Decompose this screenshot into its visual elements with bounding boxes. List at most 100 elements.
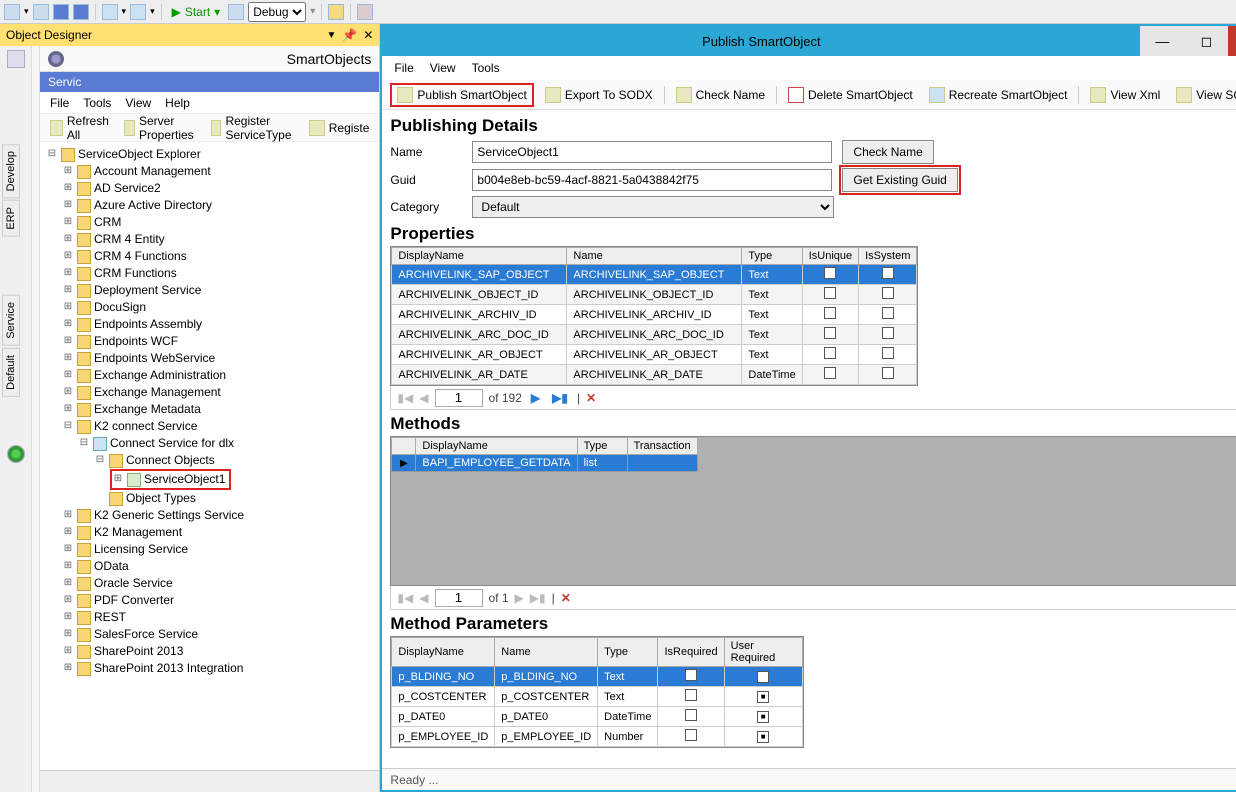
wmenu-file[interactable]: File bbox=[394, 61, 413, 75]
mpager-prev-icon[interactable]: ◀ bbox=[419, 591, 428, 605]
checkbox[interactable] bbox=[824, 267, 836, 279]
wmenu-view[interactable]: View bbox=[430, 61, 456, 75]
pager-delete-icon[interactable]: ✕ bbox=[586, 391, 596, 405]
gutter-icon-2[interactable] bbox=[7, 445, 25, 463]
tree-k2connect[interactable]: K2 connect Service bbox=[94, 418, 197, 435]
mpager-page-input[interactable] bbox=[435, 589, 483, 607]
table-row[interactable]: p_BLDING_NOp_BLDING_NOText bbox=[392, 667, 802, 687]
tree-node[interactable]: K2 Generic Settings Service bbox=[94, 507, 244, 524]
checkbox[interactable] bbox=[882, 327, 894, 339]
checkbox[interactable] bbox=[882, 347, 894, 359]
tree-connect-svc[interactable]: Connect Service for dlx bbox=[110, 435, 234, 452]
col-header[interactable]: DisplayName bbox=[416, 438, 577, 455]
tree-object-types[interactable]: Object Types bbox=[126, 490, 196, 507]
vtab-default[interactable]: Default bbox=[2, 348, 20, 397]
gutter-icon-1[interactable] bbox=[7, 50, 25, 68]
tree-node[interactable]: REST bbox=[94, 609, 126, 626]
checkbox[interactable] bbox=[685, 709, 697, 721]
checkbox[interactable] bbox=[685, 669, 697, 681]
tree-node[interactable]: CRM bbox=[94, 214, 121, 231]
toolbox-icon[interactable] bbox=[328, 4, 344, 20]
table-row[interactable]: p_DATE0p_DATE0DateTime bbox=[392, 707, 802, 727]
table-row[interactable]: ARCHIVELINK_AR_DATEARCHIVELINK_AR_DATEDa… bbox=[392, 365, 917, 385]
checkbox[interactable] bbox=[824, 327, 836, 339]
vtab-service[interactable]: Service bbox=[2, 295, 20, 346]
pager-prev-icon[interactable]: ◀ bbox=[419, 391, 428, 405]
pager-next-icon[interactable]: ▶ bbox=[528, 391, 543, 405]
tree-node[interactable]: PDF Converter bbox=[94, 592, 174, 609]
misc-icon[interactable] bbox=[357, 4, 373, 20]
checkbox[interactable] bbox=[824, 367, 836, 379]
tree-node[interactable]: AD Service2 bbox=[94, 180, 161, 197]
register-more-button[interactable]: Registe bbox=[305, 117, 374, 139]
pager-first-icon[interactable]: ▮◀ bbox=[397, 391, 413, 405]
guid-input[interactable] bbox=[472, 169, 832, 191]
tree-node[interactable]: SharePoint 2013 Integration bbox=[94, 660, 243, 677]
menu-help[interactable]: Help bbox=[165, 96, 190, 110]
checkbox[interactable] bbox=[824, 347, 836, 359]
window-maximize-button[interactable]: ◻ bbox=[1184, 26, 1228, 56]
table-row[interactable]: ARCHIVELINK_SAP_OBJECTARCHIVELINK_SAP_OB… bbox=[392, 265, 917, 285]
tree-node[interactable]: Endpoints WCF bbox=[94, 333, 178, 350]
params-grid[interactable]: DisplayNameNameTypeIsRequiredUser Requir… bbox=[390, 636, 803, 748]
view-sodx-button[interactable]: View SODX bbox=[1171, 83, 1236, 107]
vtab-develop[interactable]: Develop bbox=[2, 144, 20, 198]
table-row[interactable]: p_COSTCENTERp_COSTCENTERText bbox=[392, 687, 802, 707]
save-icon[interactable] bbox=[53, 4, 69, 20]
methods-grid[interactable]: DisplayNameTypeTransaction▶BAPI_EMPLOYEE… bbox=[390, 436, 1236, 586]
table-row[interactable]: ARCHIVELINK_AR_OBJECTARCHIVELINK_AR_OBJE… bbox=[392, 345, 917, 365]
checkbox[interactable] bbox=[685, 689, 697, 701]
col-header[interactable]: Name bbox=[567, 248, 742, 265]
table-row[interactable]: ARCHIVELINK_ARC_DOC_IDARCHIVELINK_ARC_DO… bbox=[392, 325, 917, 345]
name-input[interactable] bbox=[472, 141, 832, 163]
tree-node[interactable]: Azure Active Directory bbox=[94, 197, 212, 214]
panel-pin-icon[interactable]: 📌 bbox=[342, 28, 357, 42]
checkbox[interactable] bbox=[757, 711, 769, 723]
col-header[interactable]: DisplayName bbox=[392, 248, 567, 265]
category-select[interactable]: Default bbox=[472, 196, 834, 218]
redo-icon[interactable] bbox=[130, 4, 146, 20]
menu-tools[interactable]: Tools bbox=[83, 96, 111, 110]
col-header[interactable]: Name bbox=[495, 638, 598, 667]
window-close-button[interactable]: ✕ bbox=[1228, 26, 1236, 56]
selected-serviceobject1[interactable]: ⊞ServiceObject1 bbox=[110, 469, 231, 490]
col-header[interactable]: Type bbox=[577, 438, 627, 455]
properties-grid[interactable]: DisplayNameNameTypeIsUniqueIsSystemARCHI… bbox=[390, 246, 918, 386]
mpager-delete-icon[interactable]: ✕ bbox=[561, 591, 571, 605]
tree-node[interactable]: SalesForce Service bbox=[94, 626, 198, 643]
server-props-button[interactable]: Server Properties bbox=[120, 117, 203, 139]
tree-node[interactable]: Oracle Service bbox=[94, 575, 173, 592]
col-header[interactable]: DisplayName bbox=[392, 638, 495, 667]
checkbox[interactable] bbox=[757, 691, 769, 703]
checkbox[interactable] bbox=[824, 307, 836, 319]
check-name-button-2[interactable]: Check Name bbox=[842, 140, 933, 164]
recreate-smartobject-button[interactable]: Recreate SmartObject bbox=[924, 83, 1073, 107]
get-existing-guid-button[interactable]: Get Existing Guid bbox=[842, 168, 957, 192]
col-header[interactable]: Transaction bbox=[627, 438, 697, 455]
tree-node[interactable]: OData bbox=[94, 558, 129, 575]
service-tree[interactable]: ⊟ServiceObject Explorer ⊞Account Managem… bbox=[40, 142, 379, 770]
undo-icon[interactable] bbox=[102, 4, 118, 20]
open-icon[interactable] bbox=[33, 4, 49, 20]
pager-page-input[interactable] bbox=[435, 389, 483, 407]
mpager-first-icon[interactable]: ▮◀ bbox=[397, 591, 413, 605]
col-header[interactable]: IsSystem bbox=[859, 248, 917, 265]
check-name-button[interactable]: Check Name bbox=[671, 83, 770, 107]
mpager-next-icon[interactable]: ▶ bbox=[515, 591, 524, 605]
table-row[interactable]: ARCHIVELINK_OBJECT_IDARCHIVELINK_OBJECT_… bbox=[392, 285, 917, 305]
tree-node[interactable]: CRM 4 Entity bbox=[94, 231, 165, 248]
panel-dropdown-icon[interactable]: ▼ bbox=[327, 30, 337, 41]
table-row[interactable]: p_EMPLOYEE_IDp_EMPLOYEE_IDNumber bbox=[392, 727, 802, 747]
col-header[interactable]: IsUnique bbox=[802, 248, 858, 265]
menu-view[interactable]: View bbox=[125, 96, 151, 110]
checkbox[interactable] bbox=[757, 731, 769, 743]
start-debug-button[interactable]: ▶ Start ▾ bbox=[168, 2, 225, 22]
config-select[interactable]: Debug bbox=[248, 2, 306, 22]
table-row[interactable]: ARCHIVELINK_ARCHIV_IDARCHIVELINK_ARCHIV_… bbox=[392, 305, 917, 325]
checkbox[interactable] bbox=[882, 307, 894, 319]
tree-node[interactable]: Exchange Administration bbox=[94, 367, 226, 384]
tree-node[interactable]: CRM 4 Functions bbox=[94, 248, 187, 265]
view-xml-button[interactable]: View Xml bbox=[1085, 83, 1165, 107]
window-titlebar[interactable]: Publish SmartObject — ◻ ✕ bbox=[382, 26, 1236, 56]
tree-node[interactable]: Exchange Management bbox=[94, 384, 221, 401]
